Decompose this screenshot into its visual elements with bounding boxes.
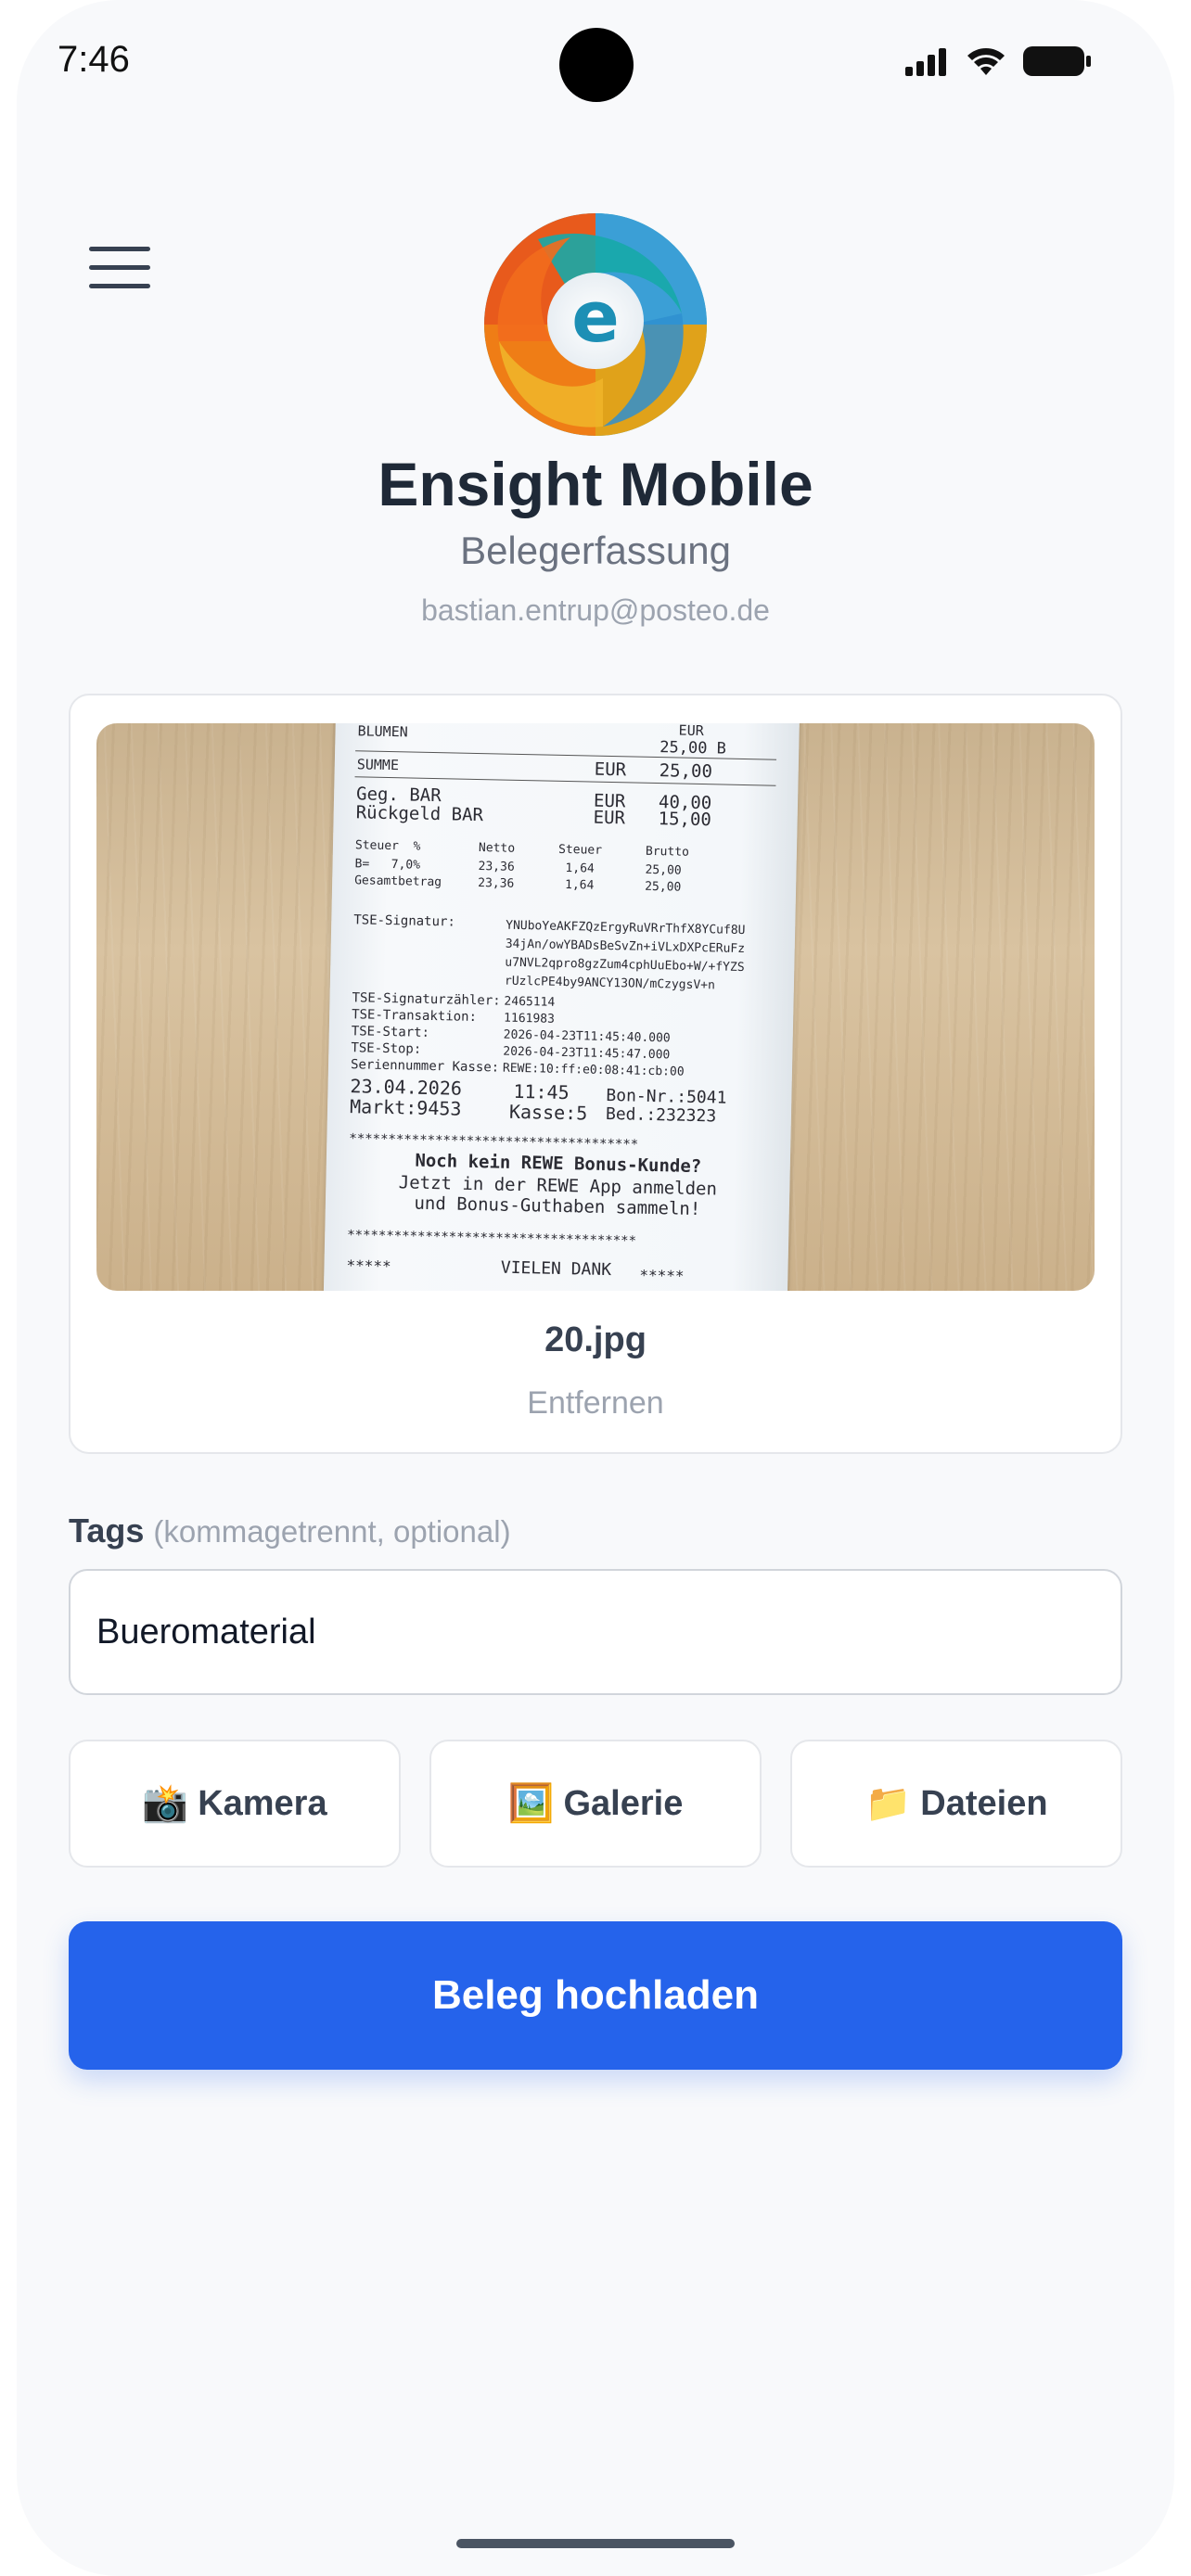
receipt-value: EUR	[678, 723, 704, 740]
home-indicator[interactable]	[456, 2539, 735, 2548]
receipt-value: 2026-04-23T11:45:40.000	[503, 1027, 671, 1046]
receipt-line: *************************************	[347, 1228, 637, 1249]
files-button-label: Dateien	[920, 1783, 1048, 1823]
files-button[interactable]: 📁 Dateien	[790, 1740, 1122, 1868]
app-title: Ensight Mobile	[378, 450, 813, 518]
tags-label-text: Tags	[69, 1511, 145, 1549]
cellular-signal-icon	[905, 48, 946, 76]
receipt-value: EUR	[593, 807, 626, 829]
receipt-value: rUzlcPE4by9ANCY13ON/mCzygsV+n	[504, 974, 716, 993]
receipt-photo: BLUMEN EUR 25,00 B SUMME EUR 25,00 Geg. …	[96, 723, 1095, 1291]
receipt-value: 25,00	[659, 760, 713, 783]
receipt-value: *****	[639, 1266, 685, 1285]
tags-hint: (kommagetrennt, optional)	[153, 1514, 511, 1549]
receipt-line: *************************************	[349, 1131, 639, 1153]
receipt-paper: BLUMEN EUR 25,00 B SUMME EUR 25,00 Geg. …	[323, 723, 800, 1291]
app-subtitle: Belegerfassung	[460, 529, 731, 572]
receipt-line: VIELEN DANK	[500, 1257, 612, 1281]
receipt-value: REWE:10:ff:e0:08:41:cb:00	[502, 1061, 685, 1079]
receipt-value: Kasse:5	[508, 1100, 588, 1125]
ensight-logo: e	[484, 213, 707, 436]
remove-button[interactable]: Entfernen	[70, 1385, 1121, 1422]
gallery-button[interactable]: 🖼️ Galerie	[429, 1740, 762, 1868]
camera-button[interactable]: 📸 Kamera	[69, 1740, 401, 1868]
receipt-value: 2465114	[504, 994, 556, 1010]
battery-icon	[1023, 46, 1091, 76]
status-time: 7:46	[58, 39, 130, 80]
receipt-line: Steuer % Netto Steuer Brutto	[354, 838, 690, 860]
receipt-value: 15,00	[658, 809, 712, 831]
logo-letter: e	[571, 275, 620, 358]
phone-screen: 7:46 e Ensight Mobile Belegerfassung bas…	[17, 0, 1174, 2576]
receipt-preview-card: BLUMEN EUR 25,00 B SUMME EUR 25,00 Geg. …	[69, 694, 1122, 1454]
receipt-value: 2026-04-23T11:45:47.000	[503, 1044, 671, 1063]
status-icons	[903, 45, 1093, 78]
upload-receipt-label: Beleg hochladen	[431, 1972, 760, 2018]
receipt-line: Gesamtbetrag 23,36 1,64 25,00	[354, 874, 682, 895]
file-name: 20.jpg	[544, 1320, 647, 1359]
camera-cutout	[559, 28, 634, 102]
wifi-icon	[967, 48, 1005, 75]
receipt-value: u7NVL2qpro8gzZum4cphUuEbo+W/+fYZS	[505, 955, 745, 976]
folder-icon: 📁	[864, 1783, 912, 1824]
receipt-value: Bed.:232323	[605, 1103, 717, 1127]
menu-button[interactable]	[89, 243, 156, 293]
camera-icon: 📸	[142, 1783, 189, 1824]
receipt-value: 1161983	[503, 1011, 556, 1027]
upload-receipt-button[interactable]: Beleg hochladen	[69, 1921, 1122, 2070]
tags-input[interactable]	[69, 1569, 1122, 1695]
tags-label: Tags (kommagetrennt, optional)	[69, 1511, 511, 1550]
picture-icon: 🖼️	[507, 1783, 555, 1824]
gallery-button-label: Galerie	[563, 1783, 684, 1823]
user-email: bastian.entrup@posteo.de	[421, 593, 770, 627]
receipt-value: 34jAn/owYBADsBeSvZn+iVLxDXPcERuFz	[505, 937, 746, 957]
camera-button-label: Kamera	[198, 1783, 327, 1823]
receipt-value: EUR	[594, 759, 627, 781]
receipt-value: 25,00 B	[660, 738, 727, 759]
